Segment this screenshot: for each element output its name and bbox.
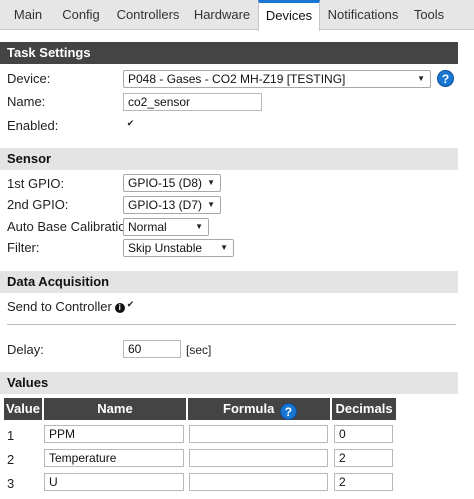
filter-select[interactable]: Skip Unstable ▼ [123,239,234,257]
value-name-input-3[interactable]: U [44,473,184,491]
question-mark-circle-icon[interactable]: ? [279,403,297,420]
gpio2-select-value: GPIO-13 (D7) [128,198,203,212]
column-header-decimals: Decimals [332,398,396,420]
gpio1-label: 1st GPIO: [7,176,65,191]
caret-down-icon: ▼ [417,74,425,83]
task-settings-header: Task Settings [0,42,458,64]
tab-notifications[interactable]: Notifications [323,0,403,30]
auto-base-calibration-select-value: Normal [128,220,167,234]
row-number: 2 [7,452,15,467]
column-header-formula: Formula ? [188,398,330,420]
caret-down-icon: ▼ [207,200,215,209]
values-header: Values [0,372,458,394]
value-name-input-2[interactable]: Temperature [44,449,184,467]
send-to-controller-label: Send to Controller i [7,299,125,314]
filter-select-value: Skip Unstable [128,241,203,255]
value-formula-input-1[interactable] [189,425,328,443]
caret-down-icon: ▼ [207,178,215,187]
column-header-formula-text: Formula [223,401,275,416]
gpio2-select[interactable]: GPIO-13 (D7) ▼ [123,196,221,214]
device-label: Device: [7,71,51,86]
column-header-name: Name [44,398,186,420]
tab-tools[interactable]: Tools [408,0,450,30]
value-name-input-1[interactable]: PPM [44,425,184,443]
device-select-value: P048 - Gases - CO2 MH-Z19 [TESTING] [128,72,346,86]
filter-label: Filter: [7,240,40,255]
device-select[interactable]: P048 - Gases - CO2 MH-Z19 [TESTING] ▼ [123,70,431,88]
value-decimals-input-1[interactable]: 0 [334,425,393,443]
question-mark-circle-icon[interactable]: ? [437,70,454,87]
tab-bar: Main Config Controllers Hardware Devices… [0,0,474,31]
tab-devices[interactable]: Devices [258,0,320,31]
tab-main[interactable]: Main [6,0,50,30]
delay-input[interactable]: 60 [123,340,181,358]
tab-controllers[interactable]: Controllers [112,0,184,30]
delay-label: Delay: [7,342,44,357]
name-input[interactable]: co2_sensor [123,93,262,111]
caret-down-icon: ▼ [195,222,203,231]
send-to-controller-checkbox[interactable]: ✔ [126,301,135,310]
row-number: 1 [7,428,15,443]
data-acquisition-header: Data Acquisition [0,271,458,293]
auto-base-calibration-label: Auto Base Calibration: [7,219,137,234]
row-number: 3 [7,476,15,491]
tab-config[interactable]: Config [54,0,108,30]
tab-hardware[interactable]: Hardware [188,0,256,30]
caret-down-icon: ▼ [220,243,228,252]
divider [7,324,456,325]
send-to-controller-text: Send to Controller [7,299,112,314]
value-decimals-input-3[interactable]: 2 [334,473,393,491]
sensor-header: Sensor [0,148,458,170]
gpio1-select[interactable]: GPIO-15 (D8) ▼ [123,174,221,192]
info-dot-icon[interactable]: i [114,303,125,313]
column-header-value: Value [4,398,42,420]
enabled-checkbox[interactable]: ✔ [126,120,135,129]
delay-unit: [sec] [186,343,212,357]
value-formula-input-2[interactable] [189,449,328,467]
gpio1-select-value: GPIO-15 (D8) [128,176,203,190]
enabled-label: Enabled: [7,118,59,133]
name-label: Name: [7,94,46,109]
value-decimals-input-2[interactable]: 2 [334,449,393,467]
gpio2-label: 2nd GPIO: [7,197,69,212]
auto-base-calibration-select[interactable]: Normal ▼ [123,218,209,236]
value-formula-input-3[interactable] [189,473,328,491]
